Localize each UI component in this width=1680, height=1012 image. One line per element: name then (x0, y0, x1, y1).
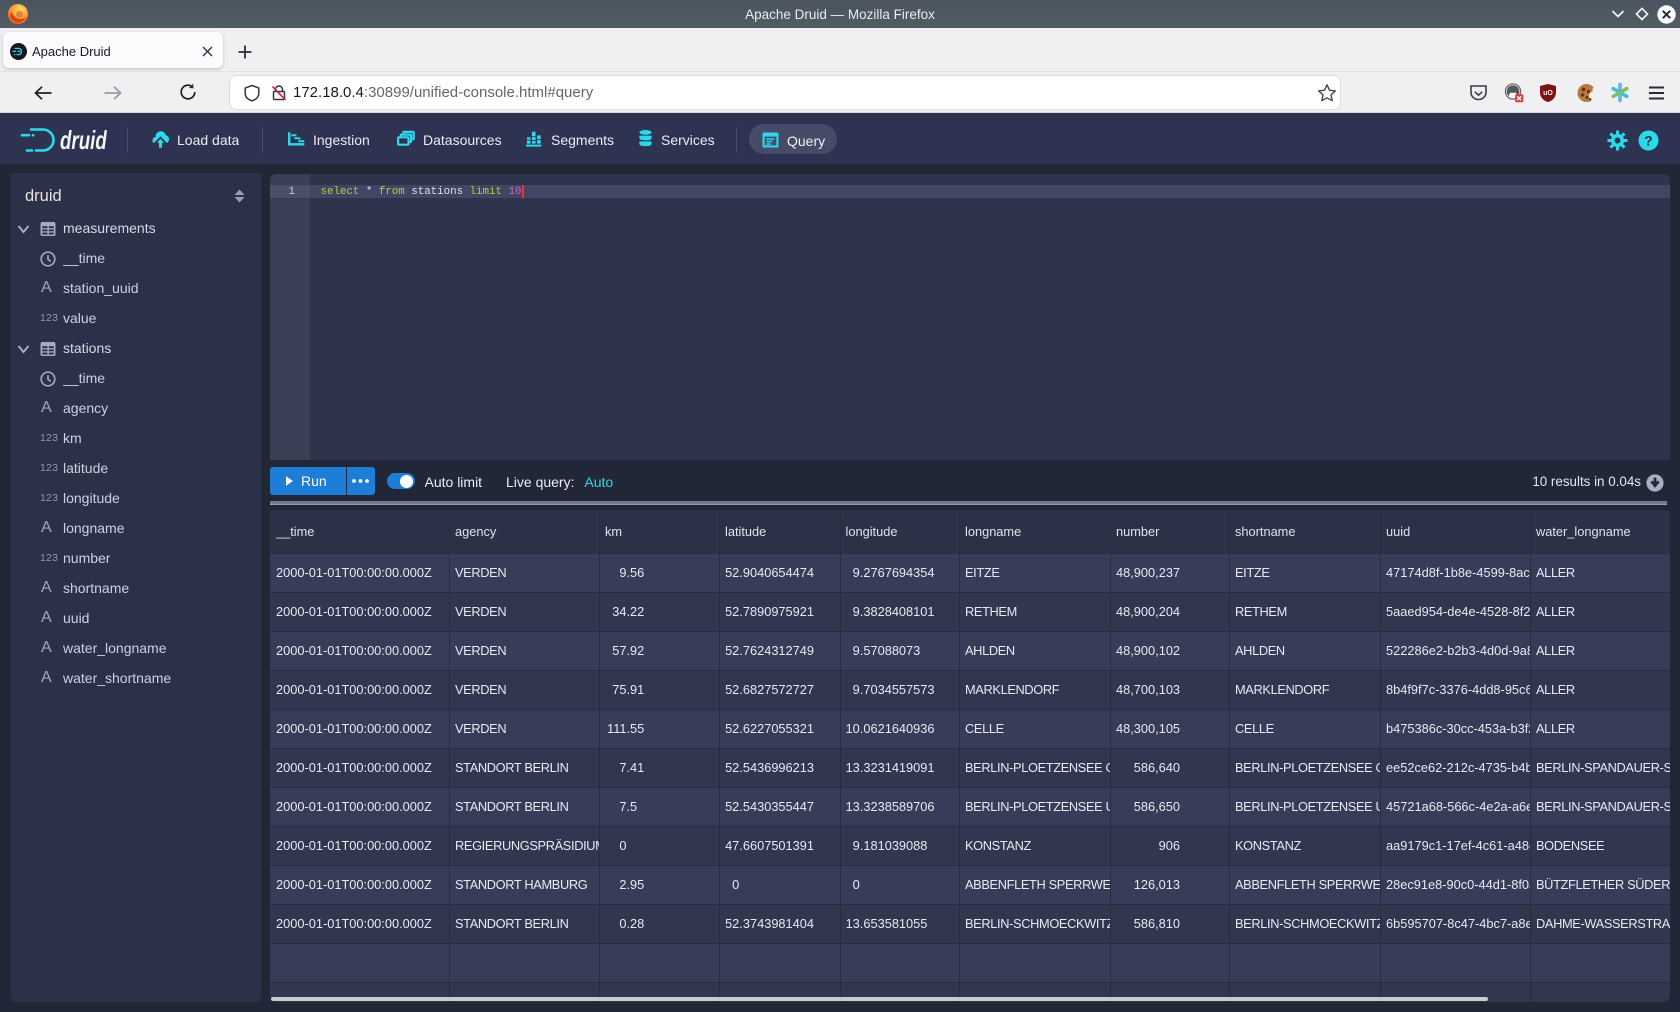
svg-text:uO: uO (1543, 90, 1553, 97)
svg-text:?: ? (1644, 133, 1652, 148)
